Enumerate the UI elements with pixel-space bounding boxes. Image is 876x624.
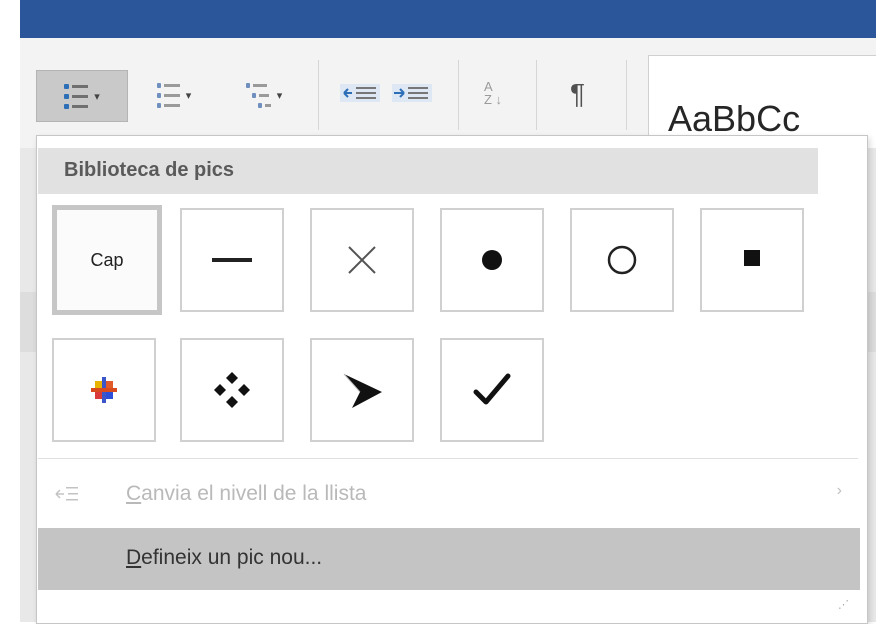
bullet-option-color-plus[interactable] [52, 338, 156, 442]
change-list-level-item[interactable]: Canvia el nivell de la llista › [38, 464, 860, 524]
bullets-button[interactable]: ▾ [36, 70, 128, 122]
filled-square-icon [744, 250, 760, 266]
ribbon-separator [536, 60, 537, 130]
resize-grip-icon[interactable]: ⋰ [838, 598, 849, 611]
bullet-option-checkmark[interactable] [440, 338, 544, 442]
multilevel-list-icon [245, 82, 271, 108]
submenu-arrow-icon: › [836, 482, 842, 499]
bullets-dropdown-caret[interactable]: ▾ [94, 90, 100, 103]
filled-circle-icon [482, 250, 502, 270]
sort-icon[interactable]: AZ ↓ [484, 80, 502, 106]
change-list-level-label: Canvia el nivell de la llista [126, 482, 366, 506]
left-margin [0, 0, 20, 622]
change-level-icon [55, 487, 78, 501]
four-diamonds-icon [214, 372, 250, 408]
bullet-option-hollow-circle[interactable] [570, 208, 674, 312]
dash-icon [212, 258, 252, 262]
bullet-option-four-diamonds[interactable] [180, 338, 284, 442]
numbering-button[interactable]: ▾ [134, 70, 214, 120]
ribbon-separator [318, 60, 319, 130]
define-new-bullet-label: Defineix un pic nou... [126, 546, 322, 570]
define-new-accelerator: D [126, 546, 142, 569]
menu-separator [38, 458, 858, 459]
bullet-option-arrowhead[interactable] [310, 338, 414, 442]
change-level-text: anvia el nivell de la llista [141, 482, 367, 505]
title-bar [20, 0, 876, 38]
bullet-library-header: Biblioteca de pics [38, 148, 818, 194]
hollow-circle-icon [607, 245, 637, 275]
bullet-option-none[interactable]: Cap [52, 205, 162, 315]
bullet-option-filled-square[interactable] [700, 208, 804, 312]
numbering-dropdown-caret[interactable]: ▾ [186, 89, 192, 102]
ribbon-separator [458, 60, 459, 130]
arrowhead-icon [343, 373, 382, 408]
decrease-indent-icon[interactable] [340, 82, 380, 104]
numbered-list-icon [156, 82, 180, 108]
bullet-option-dash[interactable] [180, 208, 284, 312]
multilevel-dropdown-caret[interactable]: ▾ [277, 89, 283, 102]
style-sample-normal[interactable]: AaBbCc [668, 98, 800, 140]
multilevel-list-button[interactable]: ▾ [224, 70, 304, 120]
bullet-option-cross[interactable] [310, 208, 414, 312]
checkmark-icon [473, 373, 511, 405]
ribbon-separator [626, 60, 627, 130]
cross-icon [348, 246, 376, 274]
define-new-bullet-item[interactable]: Defineix un pic nou... [38, 528, 860, 590]
bullet-option-filled-circle[interactable] [440, 208, 544, 312]
bullet-list-icon [64, 83, 89, 109]
change-level-accelerator: C [126, 482, 142, 505]
color-plus-icon [91, 377, 117, 403]
bullet-library-title: Biblioteca de pics [64, 159, 235, 181]
pilcrow-icon[interactable]: ¶ [570, 78, 585, 110]
bullet-none-label: Cap [90, 249, 124, 270]
increase-indent-icon[interactable] [392, 82, 432, 104]
define-new-text: efineix un pic nou... [141, 546, 323, 569]
